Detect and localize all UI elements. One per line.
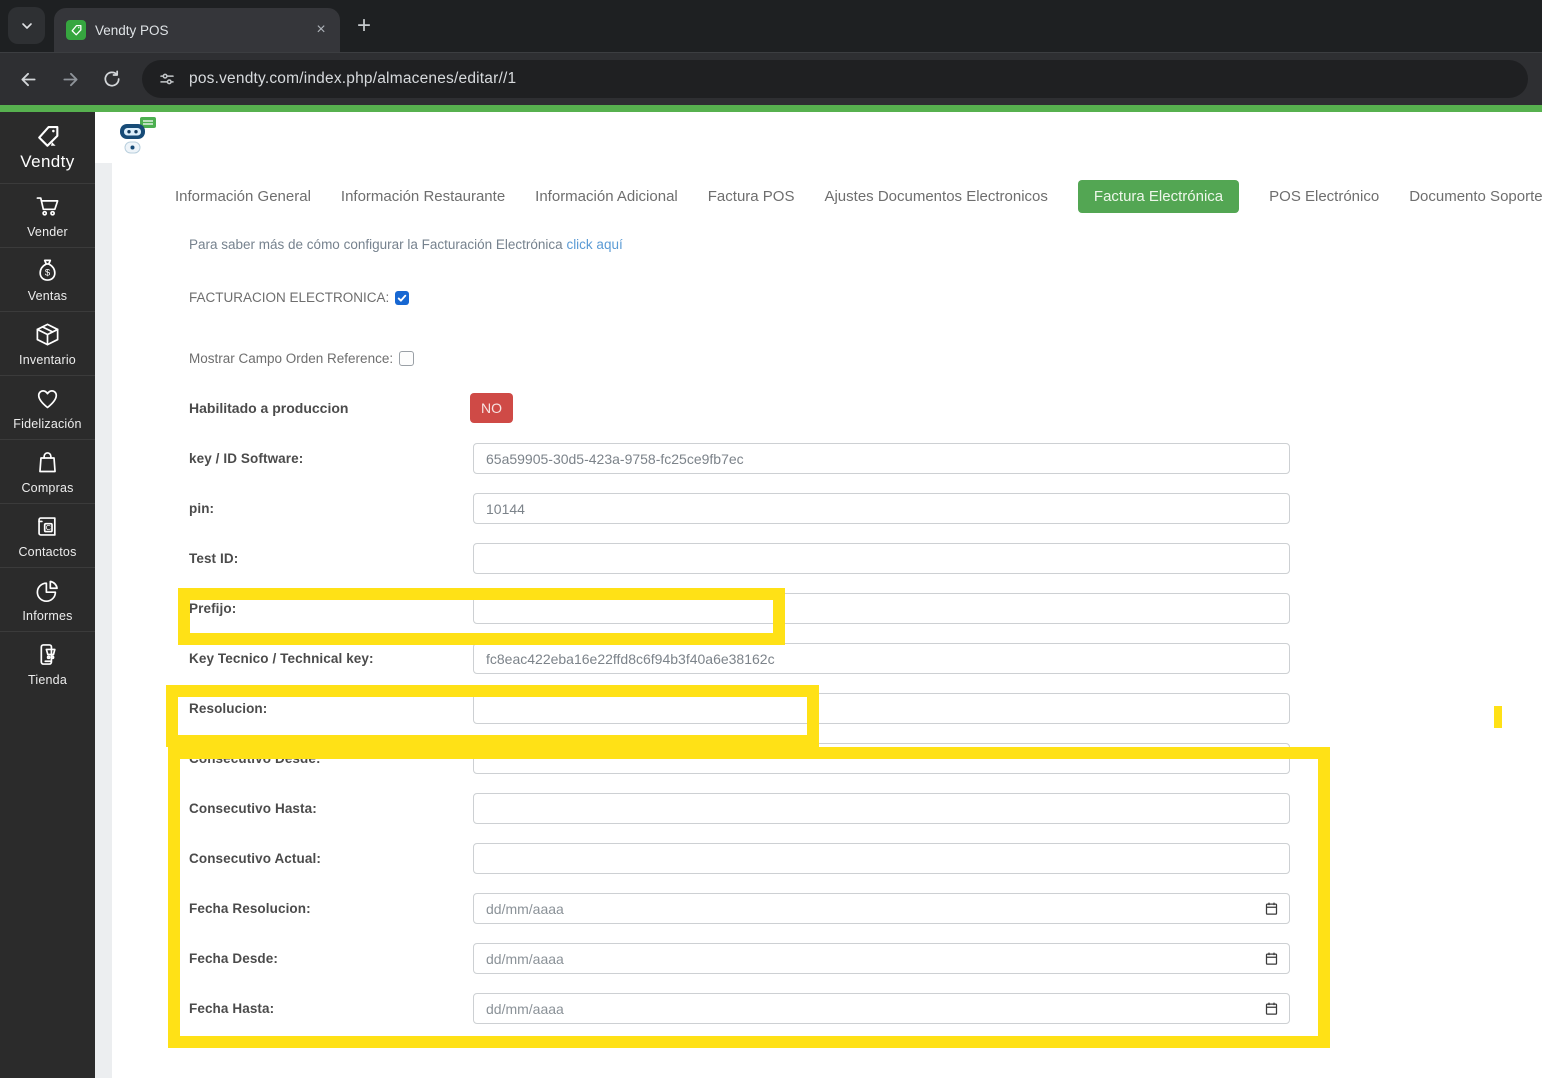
forward-button[interactable] bbox=[52, 61, 88, 97]
site-settings-icon[interactable] bbox=[158, 70, 176, 88]
tab-factura-electronica[interactable]: Factura Electrónica bbox=[1077, 180, 1240, 213]
chatbot-robot-icon[interactable] bbox=[116, 115, 158, 159]
address-bar[interactable]: pos.vendty.com/index.php/almacenes/edita… bbox=[142, 60, 1528, 98]
form-row-key-tecnico: Key Tecnico / Technical key: bbox=[189, 643, 1542, 674]
calendar-icon[interactable] bbox=[1264, 951, 1279, 966]
tab-informacion-adicional[interactable]: Información Adicional bbox=[535, 188, 678, 205]
back-button[interactable] bbox=[10, 61, 46, 97]
reload-button[interactable] bbox=[94, 61, 130, 97]
url-text[interactable]: pos.vendty.com/index.php/almacenes/edita… bbox=[189, 70, 516, 88]
sidebar-item-inventario[interactable]: Inventario bbox=[0, 311, 95, 375]
tab-pos-electronico[interactable]: POS Electrónico bbox=[1269, 188, 1379, 205]
factura-electronica-form: key / ID Software: pin: Test ID: Pr bbox=[112, 443, 1542, 1024]
box-icon bbox=[34, 321, 61, 348]
new-tab-button[interactable]: + bbox=[350, 13, 378, 41]
vendty-tag-icon bbox=[34, 123, 62, 151]
form-row-fecha-hasta: Fecha Hasta: dd/mm/aaaa bbox=[189, 993, 1542, 1024]
form-row-resolucion: Resolucion: bbox=[189, 693, 1542, 724]
sidebar-item-fidelizacion[interactable]: Fidelización bbox=[0, 375, 95, 439]
tab-informacion-restaurante[interactable]: Información Restaurante bbox=[341, 188, 505, 205]
cart-icon bbox=[34, 193, 61, 220]
tab-search-button[interactable] bbox=[8, 7, 45, 44]
test-id-input[interactable] bbox=[473, 543, 1290, 574]
vendty-favicon-icon bbox=[66, 20, 86, 40]
sidebar-item-compras[interactable]: Compras bbox=[0, 439, 95, 503]
chevron-down-icon bbox=[19, 18, 35, 34]
fecha-desde-input[interactable]: dd/mm/aaaa bbox=[473, 943, 1290, 974]
browser-tabstrip: Vendty POS × + bbox=[0, 0, 1542, 52]
facturacion-electronica-label: FACTURACION ELECTRONICA: bbox=[189, 290, 390, 305]
heart-icon bbox=[34, 385, 61, 412]
contacts-book-icon: C bbox=[34, 513, 61, 540]
consecutivo-hasta-input[interactable] bbox=[473, 793, 1290, 824]
facturacion-electronica-checkbox[interactable] bbox=[395, 290, 410, 305]
prefijo-input[interactable] bbox=[473, 593, 1290, 624]
tab-informacion-general[interactable]: Información General bbox=[175, 188, 311, 205]
svg-text:$: $ bbox=[45, 267, 51, 278]
vendty-wordmark: Vendty bbox=[20, 152, 75, 171]
brand-top-bar bbox=[0, 105, 1542, 112]
sidebar-item-contactos[interactable]: C Contactos bbox=[0, 503, 95, 567]
forward-arrow-icon bbox=[60, 69, 81, 90]
orden-reference-label: Mostrar Campo Orden Reference: bbox=[189, 351, 394, 366]
browser-tab-title: Vendty POS bbox=[95, 22, 169, 38]
form-row-fecha-resolucion: Fecha Resolucion: dd/mm/aaaa bbox=[189, 893, 1542, 924]
form-row-consecutivo-hasta: Consecutivo Hasta: bbox=[189, 793, 1542, 824]
calendar-icon[interactable] bbox=[1264, 1001, 1279, 1016]
consecutivo-actual-input[interactable] bbox=[473, 843, 1290, 874]
tab-documento-soporte[interactable]: Documento Soporte bbox=[1409, 188, 1542, 205]
reload-icon bbox=[102, 69, 122, 89]
shopping-bag-icon bbox=[34, 449, 61, 476]
habilitado-produccion-label: Habilitado a produccion bbox=[189, 399, 349, 416]
form-row-key-id-software: key / ID Software: bbox=[189, 443, 1542, 474]
help-link[interactable]: click aquí bbox=[566, 237, 622, 252]
web-page: Vendty Vender $ Ventas Inventario Fideli… bbox=[0, 105, 1542, 1078]
form-card: Información General Información Restaura… bbox=[112, 163, 1542, 1078]
orden-reference-checkbox[interactable] bbox=[399, 351, 415, 366]
form-row-fecha-desde: Fecha Desde: dd/mm/aaaa bbox=[189, 943, 1542, 974]
tab-close-icon[interactable]: × bbox=[312, 21, 330, 39]
form-row-consecutivo-desde: Consecutivo Desde: bbox=[189, 743, 1542, 774]
facturacion-electronica-row: FACTURACION ELECTRONICA: bbox=[189, 290, 1542, 305]
vendty-logo[interactable]: Vendty bbox=[0, 112, 95, 183]
resolucion-input[interactable] bbox=[473, 693, 1290, 724]
form-tabs: Información General Información Restaura… bbox=[175, 180, 1542, 213]
consecutivo-desde-input[interactable] bbox=[473, 743, 1290, 774]
sidebar-item-ventas[interactable]: $ Ventas bbox=[0, 247, 95, 311]
help-text: Para saber más de cómo configurar la Fac… bbox=[189, 237, 623, 252]
sidebar-item-tienda[interactable]: Tienda bbox=[0, 631, 95, 695]
sidebar-item-vender[interactable]: Vender bbox=[0, 183, 95, 247]
fecha-hasta-input[interactable]: dd/mm/aaaa bbox=[473, 993, 1290, 1024]
tab-ajustes-documentos-electronicos[interactable]: Ajustes Documentos Electronicos bbox=[824, 188, 1047, 205]
produccion-toggle-button[interactable]: NO bbox=[470, 392, 513, 423]
habilitado-produccion-row: Habilitado a produccion NO bbox=[189, 392, 1542, 423]
svg-text:C: C bbox=[46, 522, 51, 531]
pie-chart-icon bbox=[34, 577, 61, 604]
form-row-prefijo: Prefijo: bbox=[189, 593, 1542, 624]
tab-factura-pos[interactable]: Factura POS bbox=[708, 188, 795, 205]
store-icon bbox=[34, 641, 61, 668]
form-row-pin: pin: bbox=[189, 493, 1542, 524]
sidebar-item-informes[interactable]: Informes bbox=[0, 567, 95, 631]
app-sidebar: Vendty Vender $ Ventas Inventario Fideli… bbox=[0, 112, 95, 1078]
pin-input[interactable] bbox=[473, 493, 1290, 524]
calendar-icon[interactable] bbox=[1264, 901, 1279, 916]
main-content: Información General Información Restaura… bbox=[95, 112, 1542, 1078]
fecha-resolucion-input[interactable]: dd/mm/aaaa bbox=[473, 893, 1290, 924]
browser-toolbar: pos.vendty.com/index.php/almacenes/edita… bbox=[0, 52, 1542, 105]
key-id-software-input[interactable] bbox=[473, 443, 1290, 474]
form-row-test-id: Test ID: bbox=[189, 543, 1542, 574]
orden-reference-row: Mostrar Campo Orden Reference: bbox=[189, 351, 1542, 366]
browser-tab[interactable]: Vendty POS × bbox=[54, 8, 340, 52]
money-bag-icon: $ bbox=[34, 257, 61, 284]
browser-window: Vendty POS × + pos.vendty.com/index.php/… bbox=[0, 0, 1542, 1078]
content-header bbox=[95, 112, 1542, 163]
form-row-consecutivo-actual: Consecutivo Actual: bbox=[189, 843, 1542, 874]
back-arrow-icon bbox=[18, 69, 39, 90]
key-tecnico-input[interactable] bbox=[473, 643, 1290, 674]
